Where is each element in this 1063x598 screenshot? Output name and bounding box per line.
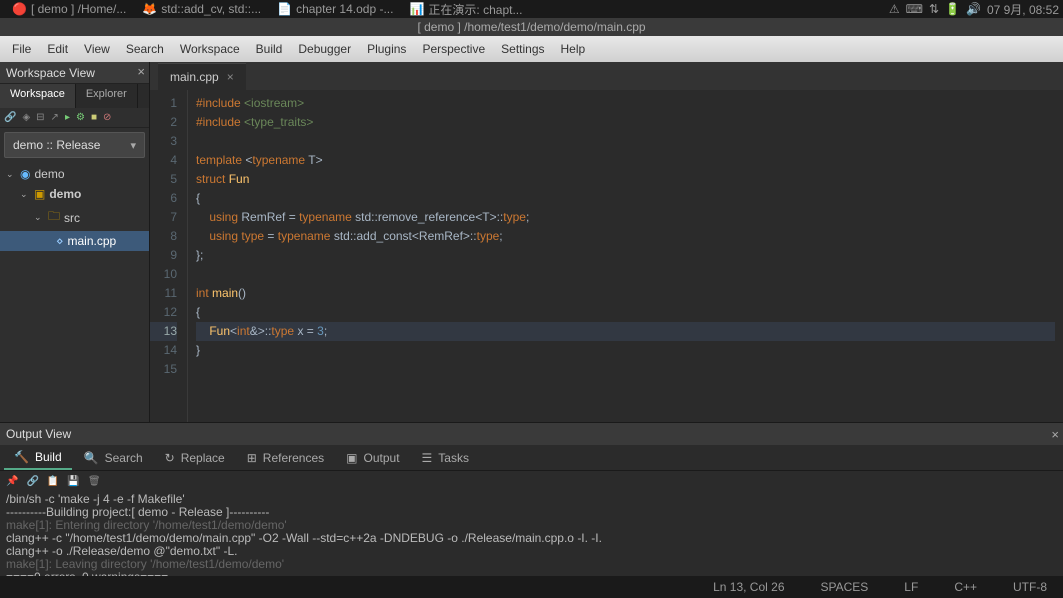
tray-keyboard-icon[interactable]: ⌨ — [906, 2, 923, 16]
window-titlebar: [ demo ] /home/test1/demo/demo/main.cpp — [0, 18, 1063, 36]
taskbar-app-1[interactable]: 🔴 [ demo ] /Home/... — [4, 2, 134, 16]
out-link-icon[interactable]: 🔗 — [26, 476, 38, 487]
workspace-sidebar: Workspace View × Workspace Explorer 🔗 ◈ … — [0, 62, 150, 422]
status-lang[interactable]: C++ — [948, 580, 983, 594]
editor-area: main.cpp × 123456789101112131415 #includ… — [150, 62, 1063, 422]
status-encoding[interactable]: UTF-8 — [1007, 580, 1053, 594]
output-tab-replace[interactable]: ↻Replace — [155, 447, 235, 469]
build-icon[interactable]: ⚙ — [76, 112, 85, 123]
taskbar-app-3[interactable]: 📄 chapter 14.odp -... — [269, 2, 401, 16]
collapse-icon[interactable]: ⊟ — [36, 112, 44, 123]
menu-help[interactable]: Help — [553, 38, 594, 60]
output-toolbar: 📌 🔗 📋 💾 🗑 — [0, 471, 1063, 491]
output-body[interactable]: /bin/sh -c 'make -j 4 -e -f Makefile'---… — [0, 491, 1063, 577]
out-save-icon[interactable]: 💾 — [67, 476, 79, 487]
window-title: [ demo ] /home/test1/demo/demo/main.cpp — [417, 20, 645, 34]
menu-file[interactable]: File — [4, 38, 39, 60]
taskbar-app-2[interactable]: 🦊 std::add_cv, std::... — [134, 2, 269, 16]
goto-icon[interactable]: ↗ — [51, 112, 59, 123]
out-pin-icon[interactable]: 📌 — [6, 476, 18, 487]
build-config-select[interactable]: demo :: Release — [4, 132, 145, 158]
tray-volume-icon[interactable]: 🔊 — [966, 2, 981, 16]
menubar: File Edit View Search Workspace Build De… — [0, 36, 1063, 62]
project-tree: ⌄◉ demo ⌄▣ demo ⌄🗀 src ⋄ main.cpp — [0, 162, 149, 422]
menu-plugins[interactable]: Plugins — [359, 38, 414, 60]
output-close-icon[interactable]: × — [1051, 427, 1059, 442]
status-eol[interactable]: LF — [898, 580, 924, 594]
workspace-toolbar: 🔗 ◈ ⊟ ↗ ▸ ⚙ ■ ⊘ — [0, 108, 149, 128]
status-indent[interactable]: SPACES — [815, 580, 875, 594]
tray-clock[interactable]: 07 9月, 08:52 — [987, 1, 1059, 18]
output-tab-build[interactable]: 🔨Build — [4, 446, 72, 470]
tray-network-icon[interactable]: ⇅ — [929, 2, 939, 16]
tray-battery-icon[interactable]: 🔋 — [945, 2, 960, 16]
menu-build[interactable]: Build — [248, 38, 291, 60]
os-taskbar: 🔴 [ demo ] /Home/... 🦊 std::add_cv, std:… — [0, 0, 1063, 18]
workspace-close-icon[interactable]: × — [137, 64, 145, 79]
code-body[interactable]: #include <iostream>#include <type_traits… — [188, 90, 1063, 422]
menu-settings[interactable]: Settings — [493, 38, 552, 60]
workspace-title: Workspace View — [6, 66, 95, 80]
tree-project[interactable]: ⌄▣ demo — [0, 184, 149, 204]
out-clear-icon[interactable]: 🗑 — [88, 476, 101, 487]
run-icon[interactable]: ▸ — [65, 112, 70, 123]
tree-workspace-root[interactable]: ⌄◉ demo — [0, 164, 149, 184]
link-icon[interactable]: 🔗 — [4, 112, 16, 123]
nav-icon[interactable]: ◈ — [22, 112, 30, 123]
output-title: Output View — [6, 427, 71, 441]
tree-file-main[interactable]: ⋄ main.cpp — [0, 231, 149, 251]
menu-workspace[interactable]: Workspace — [172, 38, 248, 60]
output-header: Output View × — [0, 423, 1063, 445]
code-editor[interactable]: 123456789101112131415 #include <iostream… — [150, 90, 1063, 422]
editor-tab-main[interactable]: main.cpp × — [158, 63, 246, 90]
line-gutter: 123456789101112131415 — [150, 90, 188, 422]
output-tab-search[interactable]: 🔍Search — [74, 447, 153, 469]
tray-warning-icon[interactable]: ⚠ — [889, 2, 900, 16]
workspace-header: Workspace View × — [0, 62, 149, 84]
output-panel: Output View × 🔨Build 🔍Search ↻Replace ⊞R… — [0, 422, 1063, 577]
menu-edit[interactable]: Edit — [39, 38, 76, 60]
output-tab-output[interactable]: ▣Output — [336, 447, 409, 469]
taskbar-app-4[interactable]: 📊 正在演示: chapt... — [401, 1, 530, 18]
tab-workspace[interactable]: Workspace — [0, 84, 76, 108]
tree-folder-src[interactable]: ⌄🗀 src — [0, 204, 149, 231]
stop-icon[interactable]: ■ — [91, 112, 97, 123]
tab-explorer[interactable]: Explorer — [76, 84, 138, 108]
out-copy-icon[interactable]: 📋 — [47, 476, 59, 487]
close-ws-icon[interactable]: ⊘ — [103, 112, 111, 123]
output-tab-tasks[interactable]: ☰Tasks — [412, 447, 479, 469]
menu-search[interactable]: Search — [118, 38, 172, 60]
editor-tab-close-icon[interactable]: × — [227, 70, 234, 84]
editor-tabstrip: main.cpp × — [150, 62, 1063, 90]
status-cursor-pos[interactable]: Ln 13, Col 26 — [707, 580, 790, 594]
menu-perspective[interactable]: Perspective — [414, 38, 493, 60]
output-tab-references[interactable]: ⊞References — [237, 447, 334, 469]
menu-view[interactable]: View — [76, 38, 118, 60]
statusbar: Ln 13, Col 26 SPACES LF C++ UTF-8 — [0, 576, 1063, 598]
menu-debugger[interactable]: Debugger — [290, 38, 359, 60]
